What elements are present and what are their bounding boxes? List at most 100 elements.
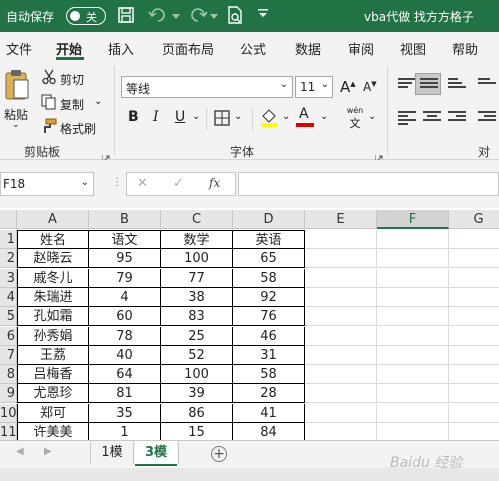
cell-c7[interactable]: 52 (161, 345, 233, 365)
cell-d3[interactable]: 58 (233, 268, 305, 288)
cell-e2[interactable] (305, 249, 377, 269)
tab-formulas[interactable]: 公式 (240, 39, 266, 58)
cell-c5[interactable]: 83 (161, 307, 233, 327)
cut-icon[interactable] (42, 69, 56, 89)
phonetic-dropdown-icon[interactable]: ⌄ (368, 111, 376, 122)
align-left-icon[interactable] (398, 111, 416, 125)
cell-g10[interactable] (449, 404, 499, 423)
select-all-corner[interactable] (0, 210, 17, 229)
cell-b7[interactable]: 40 (89, 345, 161, 365)
column-header-f[interactable]: F (377, 210, 449, 229)
cell-f8[interactable] (377, 365, 449, 385)
cell-c2[interactable]: 100 (161, 249, 233, 269)
shrink-font-button[interactable]: A▼ (363, 80, 377, 94)
column-header-a[interactable]: A (17, 210, 89, 229)
cell-a1[interactable]: 姓名 (17, 230, 89, 249)
cell-c10[interactable]: 86 (161, 403, 233, 423)
cell-g2[interactable] (449, 249, 499, 269)
underline-button[interactable]: U (175, 109, 185, 125)
font-color-button[interactable]: A (296, 106, 316, 128)
tab-view[interactable]: 视图 (400, 39, 426, 58)
prev-sheet-icon[interactable]: ◀ (16, 446, 24, 457)
cell-d7[interactable]: 31 (233, 345, 305, 365)
cell-b9[interactable]: 81 (89, 384, 161, 404)
cell-f9[interactable] (377, 384, 449, 404)
next-sheet-icon[interactable]: ▶ (44, 446, 52, 457)
cell-f3[interactable] (377, 268, 449, 288)
grow-font-button[interactable]: A▲ (340, 78, 356, 96)
cell-g7[interactable] (449, 346, 499, 365)
cell-d5[interactable]: 76 (233, 307, 305, 327)
column-header-e[interactable]: E (305, 210, 377, 229)
cell-f2[interactable] (377, 249, 449, 269)
cell-b3[interactable]: 79 (89, 268, 161, 288)
copy-dropdown-icon[interactable]: ⌄ (94, 96, 102, 107)
paste-button[interactable]: 粘贴 (4, 68, 32, 122)
cell-c1[interactable]: 数学 (161, 230, 233, 249)
cell-c4[interactable]: 38 (161, 287, 233, 307)
enter-icon[interactable]: ✓ (173, 176, 184, 191)
cell-f4[interactable] (377, 287, 449, 307)
cell-e9[interactable] (305, 384, 377, 404)
align-middle-button[interactable] (415, 73, 441, 95)
formula-input[interactable] (238, 172, 499, 196)
column-header-d[interactable]: D (233, 210, 305, 229)
cell-g5[interactable] (449, 307, 499, 327)
font-name-input[interactable]: 等线 ⌄ (121, 76, 293, 98)
cell-c9[interactable]: 39 (161, 384, 233, 404)
cell-e8[interactable] (305, 365, 377, 385)
sheet-tab-3[interactable]: 3模 (135, 441, 177, 466)
cancel-icon[interactable]: ✕ (137, 176, 148, 191)
column-header-c[interactable]: C (161, 210, 233, 229)
row-header[interactable]: 2 (0, 249, 17, 269)
save-icon[interactable] (117, 6, 135, 28)
column-header-g[interactable]: G (449, 210, 499, 229)
paste-dropdown-icon[interactable]: ⌄ (12, 120, 20, 130)
align-right-icon[interactable] (448, 111, 466, 125)
cell-g9[interactable] (449, 384, 499, 404)
cell-d2[interactable]: 65 (233, 249, 305, 269)
cell-e7[interactable] (305, 345, 377, 365)
sheet-tab-1[interactable]: 1模 (92, 441, 132, 466)
row-header[interactable]: 6 (0, 326, 17, 346)
row-header[interactable]: 10 (0, 403, 17, 423)
cell-c8[interactable]: 100 (161, 365, 233, 385)
fill-color-dropdown-icon[interactable]: ⌄ (282, 111, 290, 122)
format-painter-icon[interactable] (41, 118, 57, 138)
font-size-input[interactable]: 11 ⌄ (295, 76, 333, 98)
cell-d8[interactable]: 58 (233, 365, 305, 385)
add-sheet-button[interactable]: + (211, 446, 227, 462)
row-header[interactable]: 4 (0, 287, 17, 307)
phonetic-guide-button[interactable]: wén 文 (345, 106, 365, 132)
redo-icon[interactable] (186, 6, 208, 28)
borders-icon[interactable] (214, 110, 230, 130)
cell-d4[interactable]: 92 (233, 287, 305, 307)
cell-b10[interactable]: 35 (89, 403, 161, 423)
orientation-icon[interactable] (478, 78, 496, 92)
cell-f5[interactable] (377, 307, 449, 327)
tab-data[interactable]: 数据 (295, 39, 321, 58)
cell-a7[interactable]: 王荔 (17, 345, 89, 365)
cell-b6[interactable]: 78 (89, 326, 161, 346)
cell-e5[interactable] (305, 307, 377, 327)
indent-icon[interactable] (478, 111, 496, 125)
cell-d10[interactable]: 41 (233, 403, 305, 423)
tab-page-layout[interactable]: 页面布局 (162, 39, 214, 58)
column-header-b[interactable]: B (89, 210, 161, 229)
customize-toolbar-icon[interactable] (256, 6, 270, 24)
row-header[interactable]: 1 (0, 230, 17, 249)
tab-file[interactable]: 文件 (6, 39, 32, 58)
row-header[interactable]: 9 (0, 384, 17, 404)
undo-icon[interactable] (148, 6, 170, 28)
fill-color-icon[interactable] (260, 108, 278, 132)
cell-f10[interactable] (377, 403, 449, 423)
cell-a5[interactable]: 孔如霜 (17, 307, 89, 327)
cell-b2[interactable]: 95 (89, 249, 161, 269)
name-box[interactable]: F18 ⌄ (0, 172, 94, 196)
redo-dropdown-icon[interactable] (210, 6, 218, 24)
cut-label[interactable]: 剪切 (60, 71, 84, 88)
name-box-dropdown-icon[interactable]: ⌄ (81, 177, 89, 188)
cell-f7[interactable] (377, 345, 449, 365)
row-header[interactable]: 3 (0, 268, 17, 288)
bold-button[interactable]: B (128, 109, 139, 125)
